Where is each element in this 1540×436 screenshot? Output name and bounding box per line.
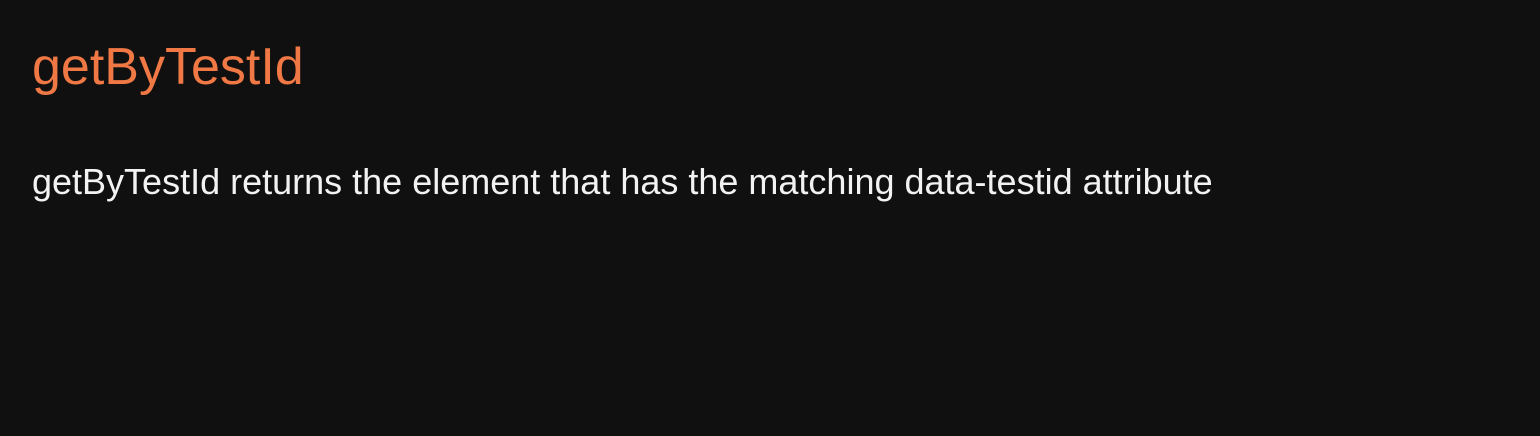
slide-title: getByTestId: [32, 38, 304, 96]
slide: getByTestId getByTestId returns the elem…: [0, 0, 1540, 436]
slide-body-text: getByTestId returns the element that has…: [32, 161, 1213, 202]
